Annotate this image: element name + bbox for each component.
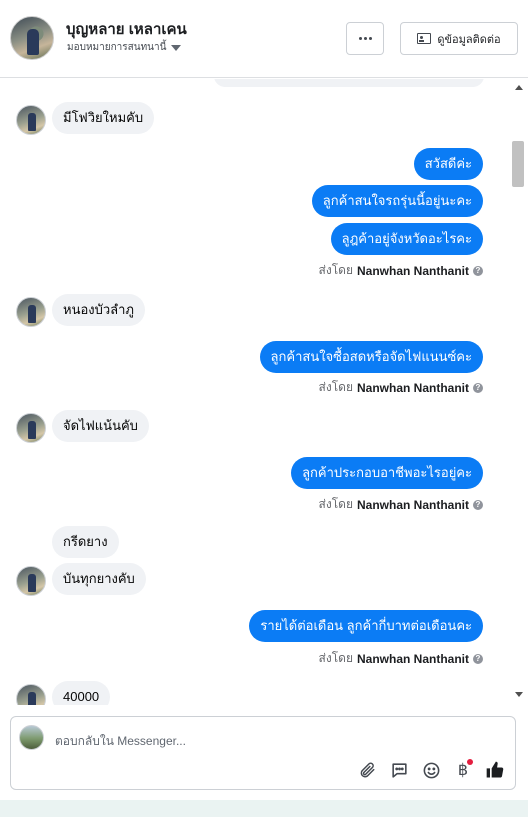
sender-avatar (16, 566, 46, 596)
help-icon[interactable]: ? (473, 265, 483, 276)
page-avatar (19, 725, 44, 750)
agent-name: Nanwhan Nanthanit (356, 380, 469, 395)
ellipsis-icon (358, 37, 372, 40)
page-footer-strip (0, 800, 528, 817)
scroll-down-arrow-icon[interactable] (515, 692, 523, 697)
help-icon[interactable]: ? (473, 499, 483, 510)
composer-toolbar: ฿ (357, 759, 505, 781)
sender-avatar (16, 684, 46, 705)
sender-avatar (16, 413, 46, 443)
scrollbar-thumb[interactable] (512, 141, 524, 187)
help-icon[interactable]: ? (473, 382, 483, 393)
thread-scrollbar[interactable] (510, 79, 528, 705)
outgoing-message: รายได้ต่อเดือน ลูกค้ากี่บาทต่อเดือนคะ (249, 610, 483, 642)
outgoing-message: ลูกค้าประกอบอาชีพอะไรอยู่คะ (291, 457, 483, 489)
previous-message-bubble (214, 79, 484, 87)
sent-by-prefix: ส่งโดย (318, 497, 353, 511)
reply-composer: ฿ (10, 716, 516, 790)
saved-replies-icon[interactable] (389, 759, 409, 781)
view-contact-label: ดูข้อมูลติดต่อ (437, 33, 501, 46)
agent-name: Nanwhan Nanthanit (356, 497, 469, 512)
incoming-message: 40000 (52, 681, 111, 705)
payment-baht-icon[interactable]: ฿ (453, 759, 473, 781)
agent-name: Nanwhan Nanthanit (356, 263, 469, 278)
outgoing-message: ลูกค้าสนใจซื้อสดหรือจัดไฟแนนซ์คะ (259, 341, 483, 373)
sent-by-label: ส่งโดย Nanwhan Nanthanit ? (319, 649, 483, 668)
message-thread[interactable]: มีโฟวิยใหมคับ สวัสดีค่ะ ลูกค้าสนใจรถรุ่น… (0, 79, 510, 705)
like-icon[interactable] (485, 759, 505, 781)
help-icon[interactable]: ? (473, 653, 483, 664)
incoming-message: กรีดยาง (52, 526, 119, 558)
sent-by-label: ส่งโดย Nanwhan Nanthanit ? (319, 378, 483, 397)
emoji-icon[interactable] (421, 759, 441, 781)
scroll-up-arrow-icon[interactable] (515, 85, 523, 90)
attachment-icon[interactable] (357, 759, 377, 781)
outgoing-message: สวัสดีค่ะ (413, 148, 483, 180)
outgoing-message: ลูฎค้าอยู่จังหวัดอะไรคะ (330, 223, 483, 255)
view-contact-button[interactable]: ดูข้อมูลติดต่อ (400, 22, 518, 55)
assign-label: มอบหมายการสนทนานี้ (67, 42, 167, 53)
assign-conversation-dropdown[interactable]: มอบหมายการสนทนานี้ (67, 40, 182, 55)
sent-by-prefix: ส่งโดย (318, 380, 353, 394)
contact-name[interactable]: บุญหลาย เหลาเคน (66, 17, 187, 41)
sent-by-prefix: ส่งโดย (318, 263, 353, 277)
incoming-message: จัดไฟแน้นคับ (52, 410, 149, 442)
sender-avatar (16, 105, 46, 135)
caret-down-icon (171, 44, 182, 51)
agent-name: Nanwhan Nanthanit (356, 651, 469, 666)
more-options-button[interactable] (346, 22, 384, 55)
incoming-message: บันทุกยางคับ (52, 563, 146, 595)
incoming-message: หนองบัวลำภู (52, 294, 145, 326)
reply-input[interactable] (55, 731, 475, 751)
notification-dot (467, 759, 473, 765)
sender-avatar (16, 297, 46, 327)
incoming-message: มีโฟวิยใหมคับ (52, 102, 155, 134)
sent-by-prefix: ส่งโดย (318, 651, 353, 665)
sent-by-label: ส่งโดย Nanwhan Nanthanit ? (319, 495, 483, 514)
contact-avatar[interactable] (10, 16, 54, 60)
messenger-conversation-panel: บุญหลาย เหลาเคน มอบหมายการสนทนานี้ ดูข้อ… (0, 0, 528, 817)
outgoing-message: ลูกค้าสนใจรถรุ่นนี้อยู่นะคะ (311, 185, 483, 217)
sent-by-label: ส่งโดย Nanwhan Nanthanit ? (319, 261, 483, 280)
contact-card-icon (417, 33, 432, 44)
conversation-header: บุญหลาย เหลาเคน มอบหมายการสนทนานี้ ดูข้อ… (0, 0, 528, 78)
